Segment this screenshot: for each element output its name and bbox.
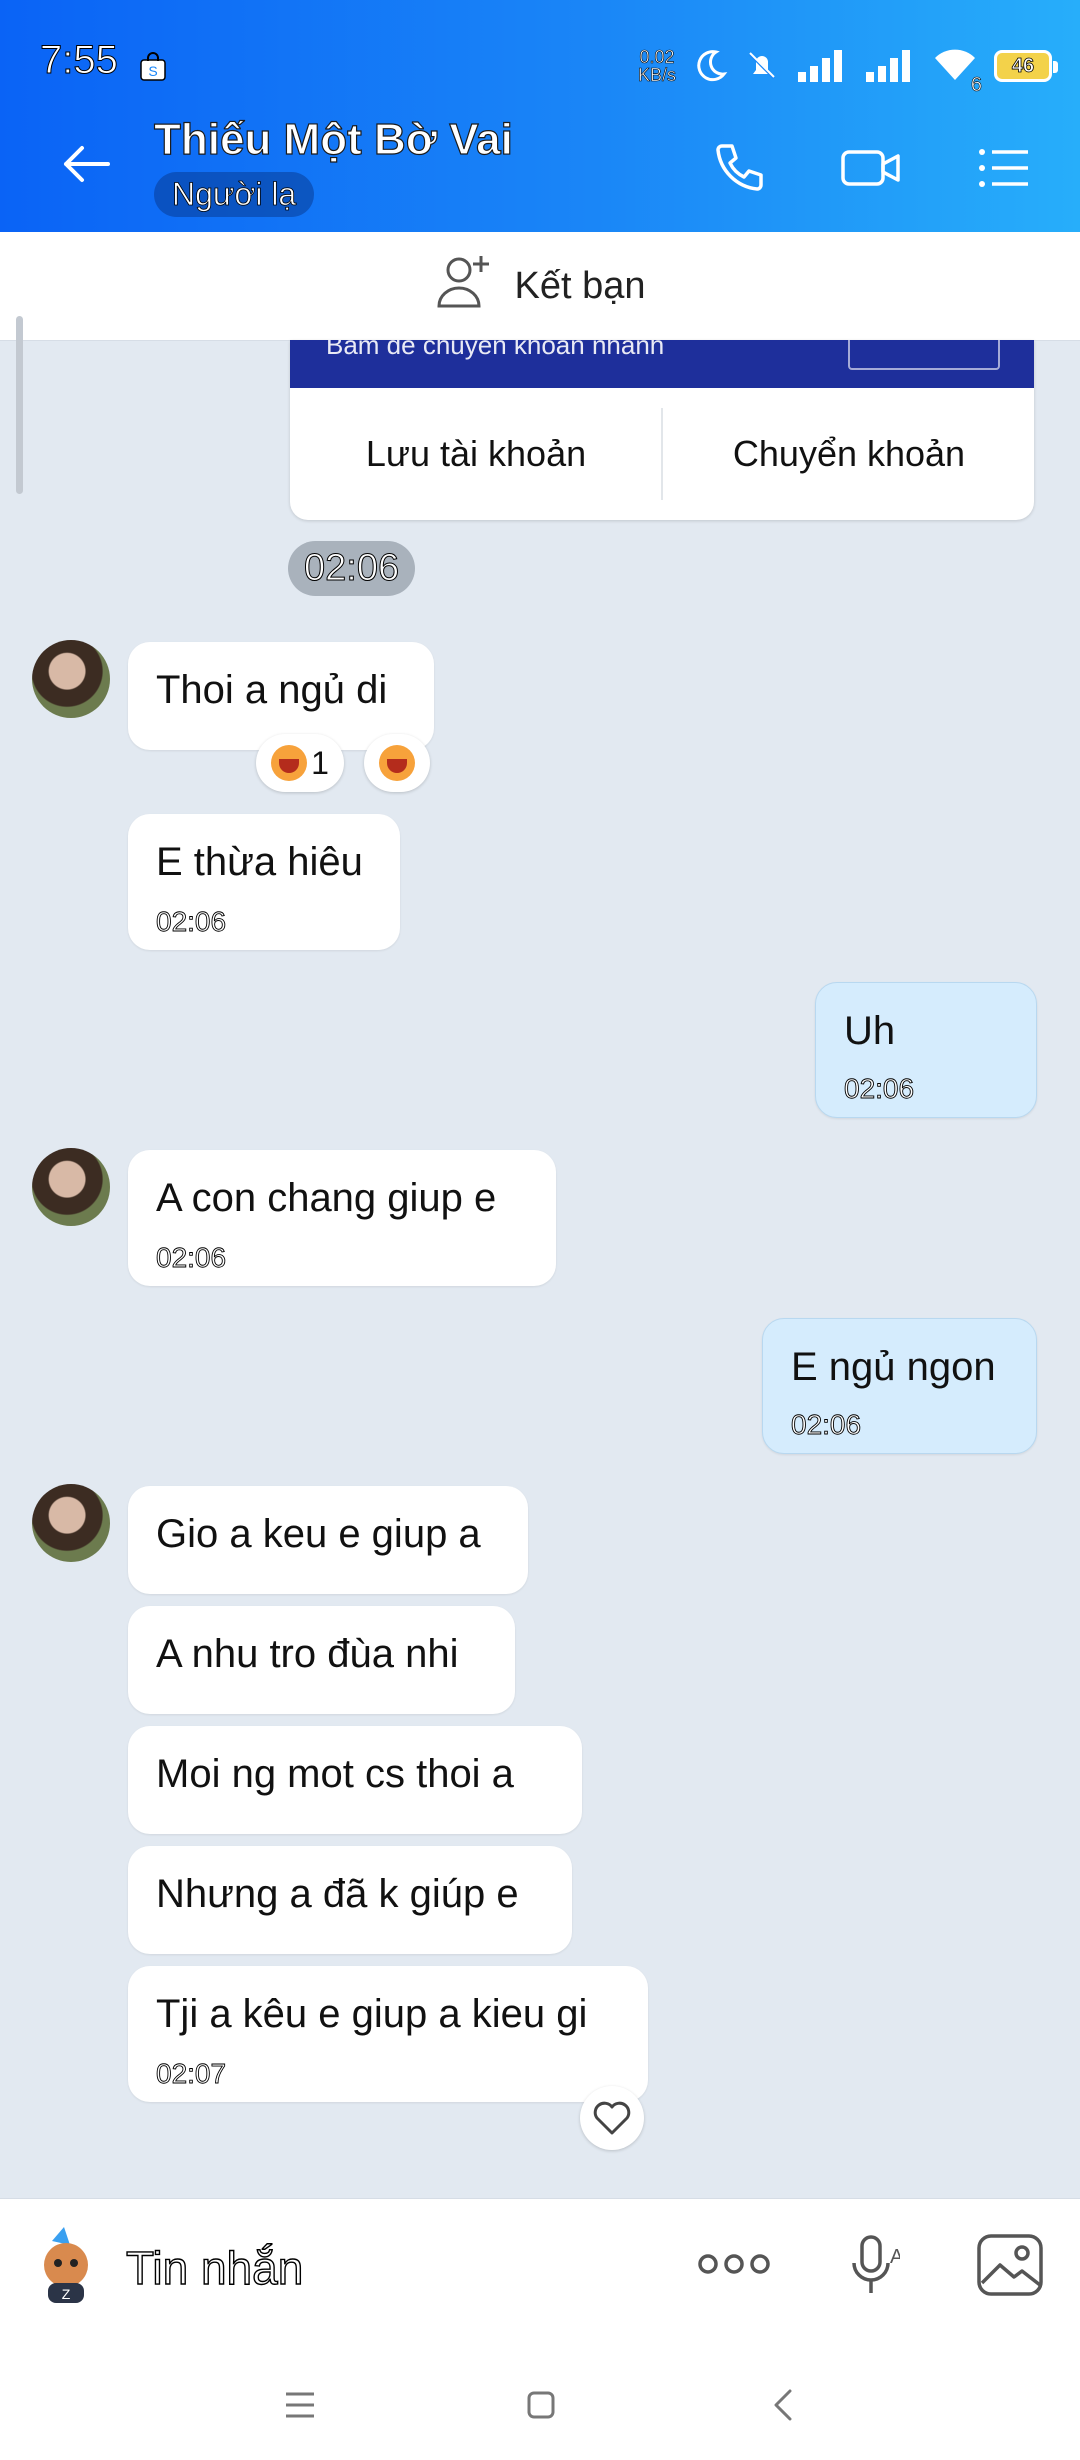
message-text: Moi ng mot cs thoi a bbox=[156, 1752, 514, 1796]
reaction-count-text: 1 bbox=[311, 744, 329, 781]
laugh-emoji-icon bbox=[379, 745, 415, 781]
battery-icon: 46 bbox=[994, 50, 1058, 82]
avatar[interactable] bbox=[32, 1148, 110, 1226]
message-time: 02:06 bbox=[156, 906, 227, 938]
timestamp-pill: 02:06 bbox=[288, 541, 416, 596]
scrollbar[interactable] bbox=[16, 316, 23, 494]
bank-transfer-card: Bấm để chuyển khoản nhanh Lưu tài khoản … bbox=[290, 340, 1034, 520]
nav-menu-icon[interactable] bbox=[284, 2390, 316, 2420]
video-icon[interactable] bbox=[840, 138, 900, 198]
image-icon[interactable] bbox=[976, 2233, 1044, 2297]
message-composer: Z Tin nhắn A bbox=[0, 2198, 1080, 2329]
nav-home-icon[interactable] bbox=[526, 2390, 556, 2420]
message-bubble-mine[interactable]: E ngủ ngon 02:06 bbox=[762, 1318, 1037, 1454]
header-bar: 7:55 S 0.02 KB/s 6 46 Thiếu Một Bờ Vai Ng… bbox=[0, 0, 1080, 232]
save-account-button[interactable]: Lưu tài khoản bbox=[290, 388, 662, 520]
message-text: Gio a keu e giup a bbox=[156, 1512, 481, 1556]
message-time: 02:06 bbox=[156, 1242, 227, 1274]
back-arrow-icon[interactable] bbox=[56, 134, 116, 194]
laugh-emoji-icon bbox=[271, 745, 308, 781]
avatar[interactable] bbox=[32, 1484, 110, 1562]
message-bubble[interactable]: A nhu tro đùa nhi bbox=[128, 1606, 515, 1714]
message-text: E thừa hiêu bbox=[156, 840, 363, 884]
card-band: Bấm để chuyển khoản nhanh bbox=[290, 340, 1034, 388]
phone-icon[interactable] bbox=[708, 138, 768, 198]
message-bubble[interactable]: Moi ng mot cs thoi a bbox=[128, 1726, 582, 1834]
message-text: E ngủ ngon bbox=[791, 1345, 996, 1389]
reaction-count[interactable]: 1 bbox=[256, 734, 344, 792]
heart-react-button[interactable] bbox=[580, 2086, 644, 2150]
message-text: Thoi a ngủ di bbox=[156, 668, 388, 712]
avatar[interactable] bbox=[32, 640, 110, 718]
status-icons: 0.02 KB/s 6 46 bbox=[637, 36, 1058, 96]
message-text: Uh bbox=[844, 1009, 896, 1053]
status-time: 7:55 bbox=[40, 38, 119, 83]
net-speed: 0.02 KB/s bbox=[637, 47, 677, 85]
message-input[interactable]: Tin nhắn bbox=[125, 2241, 304, 2295]
message-bubble[interactable]: Tji a kêu e giup a kieu gi 02:07 bbox=[128, 1966, 648, 2102]
transfer-button[interactable]: Chuyển khoản bbox=[663, 388, 1034, 520]
message-bubble[interactable]: Nhưng a đã k giúp e bbox=[128, 1846, 572, 1954]
more-icon[interactable] bbox=[696, 2241, 772, 2287]
message-text: Tji a kêu e giup a kieu gi bbox=[156, 1992, 588, 2036]
nav-back-icon[interactable] bbox=[772, 2388, 794, 2422]
message-text: A con chang giup e bbox=[156, 1176, 497, 1220]
message-bubble[interactable]: Gio a keu e giup a bbox=[128, 1486, 528, 1594]
wifi-icon: 6 bbox=[932, 46, 982, 96]
message-text: Nhưng a đã k giúp e bbox=[156, 1872, 519, 1916]
reaction-button[interactable] bbox=[364, 734, 430, 792]
mic-icon[interactable]: A bbox=[848, 2233, 904, 2297]
add-person-icon bbox=[435, 250, 497, 322]
system-nav-bar bbox=[0, 2328, 1080, 2460]
svg-text:S: S bbox=[148, 63, 157, 79]
signal-icon-2 bbox=[866, 50, 910, 82]
message-bubble[interactable]: A con chang giup e 02:06 bbox=[128, 1150, 556, 1286]
stranger-badge: Người lạ bbox=[154, 172, 315, 217]
add-friend-bar[interactable]: Kết bạn bbox=[0, 232, 1080, 341]
svg-text:Z: Z bbox=[62, 2286, 71, 2302]
menu-list-icon[interactable] bbox=[974, 138, 1034, 198]
add-friend-label: Kết bạn bbox=[514, 264, 646, 307]
contact-name[interactable]: Thiếu Một Bờ Vai bbox=[153, 114, 513, 165]
message-text: A nhu tro đùa nhi bbox=[156, 1632, 459, 1676]
signal-icon bbox=[798, 50, 842, 82]
bag-icon: S bbox=[138, 52, 168, 82]
message-bubble-mine[interactable]: Uh 02:06 bbox=[815, 982, 1037, 1118]
message-time: 02:06 bbox=[791, 1409, 862, 1441]
card-band-text: Bấm để chuyển khoản nhanh bbox=[326, 340, 665, 360]
mute-bell-icon bbox=[748, 52, 776, 80]
svg-text:A: A bbox=[890, 2246, 900, 2268]
card-band-box bbox=[848, 340, 1000, 370]
sticker-mascot-icon[interactable]: Z bbox=[30, 2227, 102, 2305]
message-time: 02:06 bbox=[844, 1073, 915, 1105]
message-time: 02:07 bbox=[156, 2058, 227, 2090]
heart-icon bbox=[593, 2101, 631, 2135]
moon-icon bbox=[697, 50, 728, 82]
message-bubble[interactable]: E thừa hiêu 02:06 bbox=[128, 814, 400, 950]
